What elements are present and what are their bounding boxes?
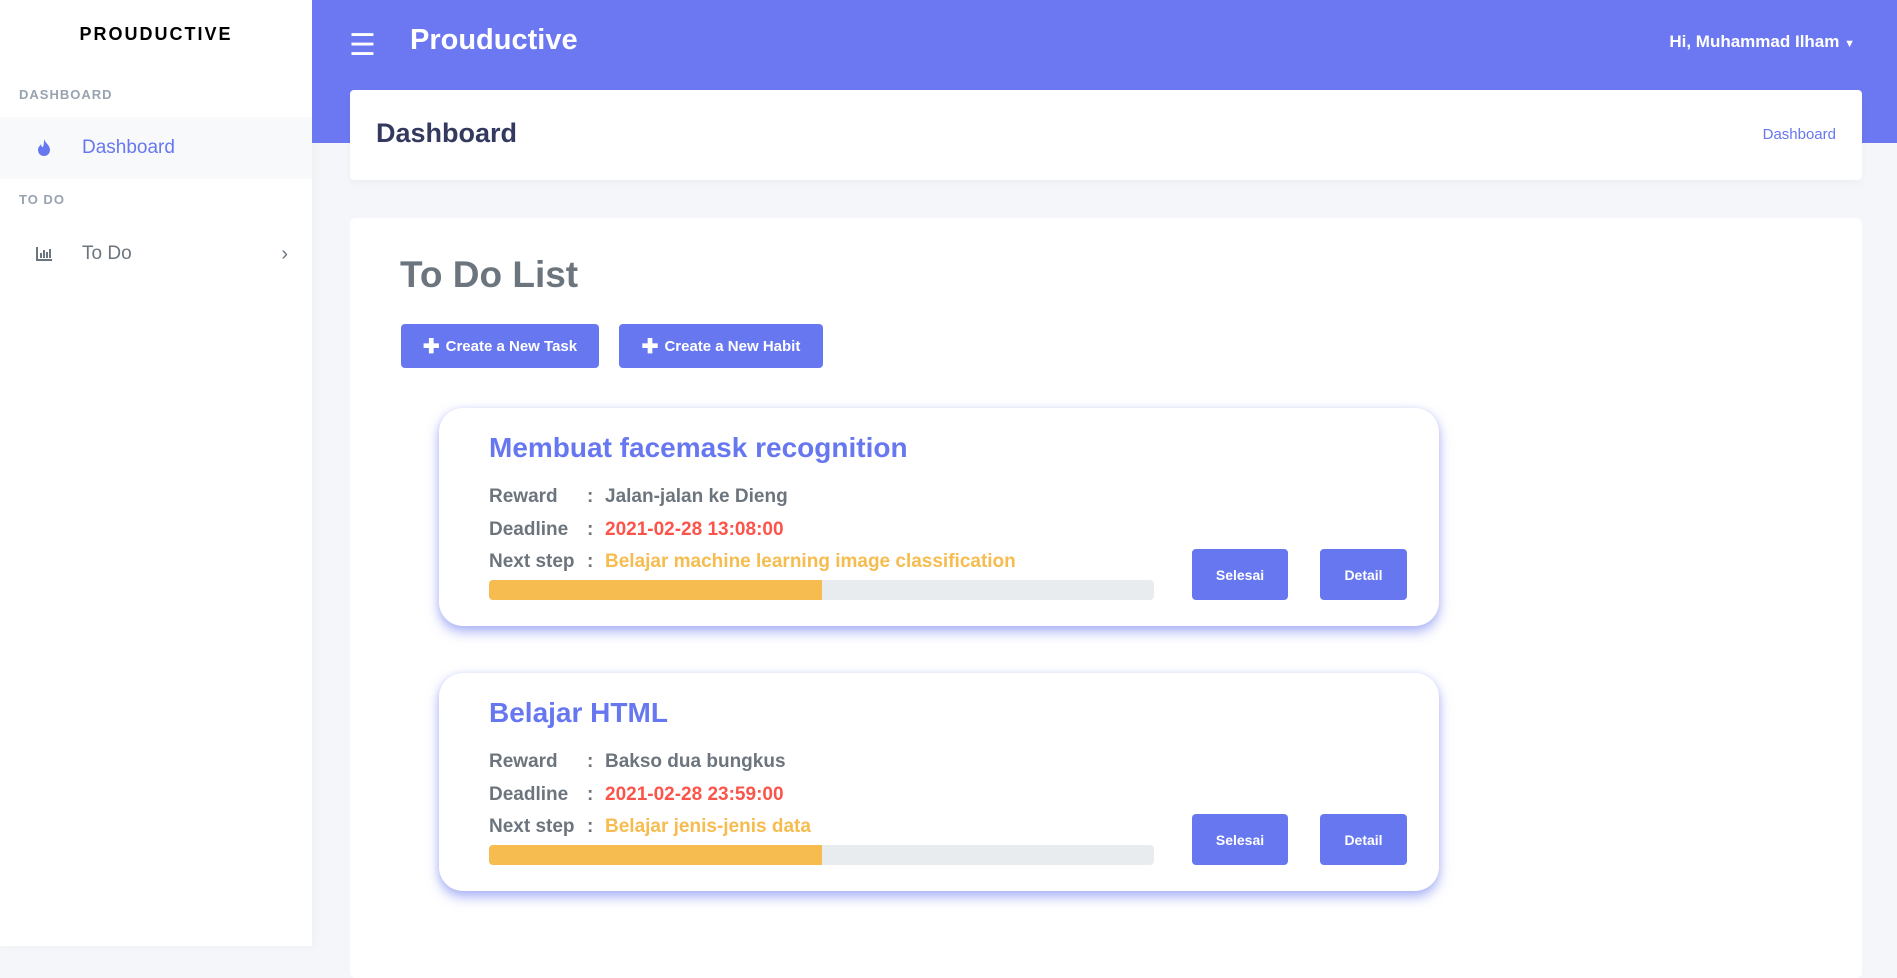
section-header: Dashboard Dashboard: [350, 90, 1862, 180]
create-habit-label: Create a New Habit: [664, 337, 801, 355]
next-step-label: Next step: [489, 816, 575, 837]
create-task-button[interactable]: ✚ Create a New Task: [401, 324, 599, 368]
next-step-value: Belajar jenis-jenis data: [605, 816, 811, 837]
colon: :: [587, 519, 594, 540]
colon: :: [587, 486, 594, 507]
deadline-value: 2021-02-28 13:08:00: [605, 519, 784, 540]
deadline-value: 2021-02-28 23:59:00: [605, 784, 784, 805]
sidebar-item-dashboard[interactable]: Dashboard: [0, 117, 312, 179]
hamburger-menu-icon[interactable]: ☰: [349, 28, 376, 63]
caret-down-icon: ▼: [1844, 38, 1855, 50]
chevron-right-icon: ›: [281, 242, 288, 265]
reward-value: Bakso dua bungkus: [605, 751, 786, 772]
page-title: Dashboard: [376, 118, 518, 148]
plus-icon: ✚: [641, 335, 659, 358]
reward-label: Reward: [489, 486, 558, 507]
progress-fill: [489, 580, 822, 600]
sidebar-brand[interactable]: PROUDUCTIVE: [0, 24, 312, 45]
colon: :: [587, 751, 594, 772]
fire-icon: [34, 139, 54, 157]
progress-bar: [489, 580, 1154, 600]
done-button[interactable]: Selesai: [1192, 814, 1288, 865]
task-card: Belajar HTML Reward: Bakso dua bungkus De…: [439, 673, 1439, 891]
sidebar-item-label: Dashboard: [82, 137, 175, 158]
plus-icon: ✚: [422, 335, 440, 358]
user-dropdown[interactable]: Hi, Muhammad Ilham ▼: [1669, 32, 1855, 52]
colon: :: [587, 816, 594, 837]
sidebar-item-label: To Do: [82, 243, 132, 264]
breadcrumb[interactable]: Dashboard: [1763, 126, 1836, 143]
colon: :: [587, 784, 594, 805]
deadline-label: Deadline: [489, 519, 569, 540]
done-button[interactable]: Selesai: [1192, 549, 1288, 600]
reward-label: Reward: [489, 751, 558, 772]
todo-title: To Do List: [400, 254, 579, 295]
sidebar-item-todo[interactable]: To Do ›: [0, 223, 312, 285]
colon: :: [587, 551, 594, 572]
deadline-label: Deadline: [489, 784, 569, 805]
next-step-label: Next step: [489, 551, 575, 572]
progress-fill: [489, 845, 822, 865]
sidebar: PROUDUCTIVE DASHBOARD Dashboard TO DO To…: [0, 0, 312, 946]
menu-header-todo: TO DO: [19, 192, 65, 207]
task-card: Membuat facemask recognition Reward: Jala…: [439, 408, 1439, 626]
task-title[interactable]: Belajar HTML: [489, 697, 668, 729]
detail-button[interactable]: Detail: [1320, 549, 1407, 600]
user-greeting: Hi, Muhammad Ilham: [1669, 32, 1840, 51]
next-step-value: Belajar machine learning image classific…: [605, 551, 1016, 572]
create-habit-button[interactable]: ✚ Create a New Habit: [619, 324, 823, 368]
create-task-label: Create a New Task: [445, 337, 578, 355]
chart-bar-icon: [34, 247, 54, 261]
task-title[interactable]: Membuat facemask recognition: [489, 432, 908, 464]
detail-button[interactable]: Detail: [1320, 814, 1407, 865]
progress-bar: [489, 845, 1154, 865]
app-title[interactable]: Prouductive: [410, 24, 578, 57]
menu-header-dashboard: DASHBOARD: [19, 87, 113, 102]
reward-value: Jalan-jalan ke Dieng: [605, 486, 788, 507]
